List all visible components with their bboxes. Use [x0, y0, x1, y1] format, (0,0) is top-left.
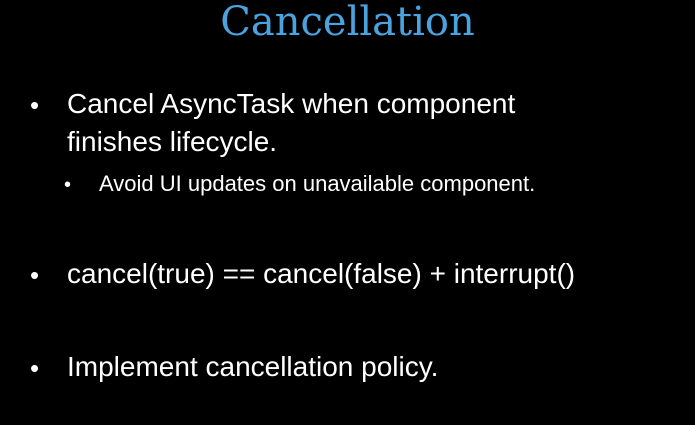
bullet-1-line-2: finishes lifecycle. [67, 126, 278, 157]
bullet-list: • Cancel AsyncTask when component finish… [0, 0, 695, 425]
bullet-1-line-1: Cancel AsyncTask when component [67, 88, 516, 119]
sub-bullet-marker: • [64, 174, 72, 196]
bullet-marker: • [30, 90, 40, 120]
sub-bullet-1-text: Avoid UI updates on unavailable componen… [99, 171, 536, 196]
bullet-3-text: Implement cancellation policy. [67, 351, 439, 382]
bullet-2-text: cancel(true) == cancel(false) + interrup… [67, 258, 576, 289]
slide: Cancellation • Cancel AsyncTask when com… [0, 0, 695, 425]
bullet-marker: • [30, 260, 40, 290]
bullet-marker: • [30, 353, 40, 383]
